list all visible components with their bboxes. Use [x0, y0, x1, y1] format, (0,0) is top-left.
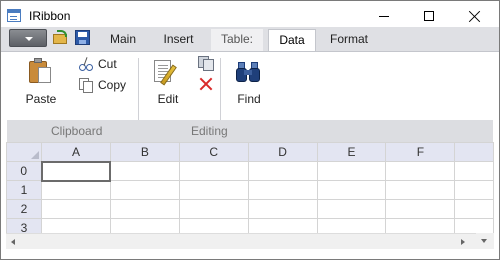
- copy-label: Copy: [98, 78, 127, 92]
- ribbon-panel: Paste Cut Copy Edit Find Clipboard Editi…: [1, 51, 499, 142]
- binoculars-icon: [235, 60, 263, 84]
- edit-label: Edit: [157, 92, 179, 106]
- save-disk-icon[interactable]: [75, 30, 90, 45]
- select-all-corner[interactable]: [6, 142, 43, 162]
- app-window: IRibbon Main Insert Table: Data Format P…: [0, 0, 500, 260]
- cell[interactable]: [247, 161, 318, 181]
- clipboard-paste-icon: [29, 58, 51, 84]
- cell[interactable]: [316, 218, 387, 233]
- app-window-icon: [7, 9, 21, 22]
- cell[interactable]: [178, 218, 249, 233]
- vertical-scrollbar[interactable]: [476, 233, 494, 249]
- table-row: 3: [6, 218, 494, 233]
- close-icon: [469, 10, 481, 22]
- tab-table-contextual[interactable]: Table:: [211, 29, 263, 51]
- cell[interactable]: [109, 218, 180, 233]
- cell[interactable]: [41, 218, 111, 233]
- cut-label: Cut: [98, 57, 117, 71]
- cell[interactable]: [316, 199, 387, 219]
- column-header-d[interactable]: D: [247, 142, 318, 162]
- row-header-0[interactable]: 0: [6, 161, 43, 181]
- tab-data[interactable]: Data: [268, 29, 316, 51]
- table-row: 2: [6, 199, 494, 219]
- cut-button[interactable]: Cut: [79, 55, 117, 73]
- tab-format[interactable]: Format: [317, 29, 381, 51]
- column-header-a[interactable]: A: [41, 142, 111, 162]
- column-header-e[interactable]: E: [316, 142, 387, 162]
- delete-x-icon[interactable]: [198, 76, 214, 92]
- cell[interactable]: [385, 199, 456, 219]
- cell[interactable]: [385, 180, 456, 200]
- table-row: 0: [6, 160, 494, 182]
- find-button[interactable]: Find: [227, 54, 271, 112]
- copy-icon: [79, 78, 93, 93]
- cell[interactable]: [109, 161, 180, 181]
- row-header-3[interactable]: 3: [6, 218, 43, 233]
- open-folder-icon[interactable]: [53, 30, 71, 46]
- scissors-icon: [79, 57, 93, 71]
- edit-document-icon: [154, 58, 180, 86]
- app-menu-button[interactable]: [9, 29, 47, 47]
- selected-cell-a0[interactable]: [40, 160, 112, 182]
- cell[interactable]: [316, 180, 387, 200]
- copy-format-icon[interactable]: [198, 56, 214, 71]
- scroll-right-icon[interactable]: [461, 239, 465, 245]
- column-header-c[interactable]: C: [178, 142, 249, 162]
- cell[interactable]: [454, 199, 494, 219]
- cell[interactable]: [109, 180, 180, 200]
- cell[interactable]: [178, 199, 249, 219]
- cell[interactable]: [247, 180, 318, 200]
- cell[interactable]: [109, 199, 180, 219]
- cell[interactable]: [41, 180, 111, 200]
- column-header-b[interactable]: B: [109, 142, 180, 162]
- scroll-left-icon[interactable]: [11, 239, 15, 245]
- cell[interactable]: [454, 180, 494, 200]
- row-header-1[interactable]: 1: [6, 180, 43, 200]
- cell[interactable]: [178, 161, 249, 181]
- cell[interactable]: [454, 218, 494, 233]
- spreadsheet-grid[interactable]: A B C D E F 0 1 2 3: [6, 142, 494, 233]
- paste-label: Paste: [25, 92, 57, 106]
- find-label: Find: [237, 92, 261, 106]
- window-title: IRibbon: [29, 9, 71, 23]
- column-header-extra[interactable]: [454, 142, 494, 162]
- cell[interactable]: [385, 218, 456, 233]
- scroll-down-icon[interactable]: [481, 239, 487, 243]
- table-row: 1: [6, 180, 494, 200]
- row-header-2[interactable]: 2: [6, 199, 43, 219]
- column-header-row: A B C D E F: [6, 142, 494, 162]
- edit-button[interactable]: Edit: [146, 54, 190, 112]
- cell[interactable]: [41, 199, 111, 219]
- cell[interactable]: [454, 161, 494, 181]
- cell[interactable]: [385, 161, 456, 181]
- paste-button[interactable]: Paste: [19, 54, 63, 112]
- minimize-icon: [378, 15, 389, 17]
- column-header-f[interactable]: F: [385, 142, 456, 162]
- group-label-editing: Editing: [191, 124, 228, 138]
- cell[interactable]: [247, 218, 318, 233]
- sheet-table: A B C D E F 0 1 2 3: [6, 142, 494, 233]
- copy-button[interactable]: Copy: [79, 76, 126, 94]
- maximize-icon: [423, 11, 434, 21]
- cell[interactable]: [316, 161, 387, 181]
- cell[interactable]: [247, 199, 318, 219]
- horizontal-scrollbar[interactable]: [6, 233, 476, 249]
- tab-main[interactable]: Main: [98, 29, 148, 51]
- group-label-clipboard: Clipboard: [51, 124, 103, 138]
- ribbon-tab-bar: Main Insert Table: Data Format: [1, 27, 499, 51]
- cell[interactable]: [178, 180, 249, 200]
- tab-insert[interactable]: Insert: [151, 29, 206, 51]
